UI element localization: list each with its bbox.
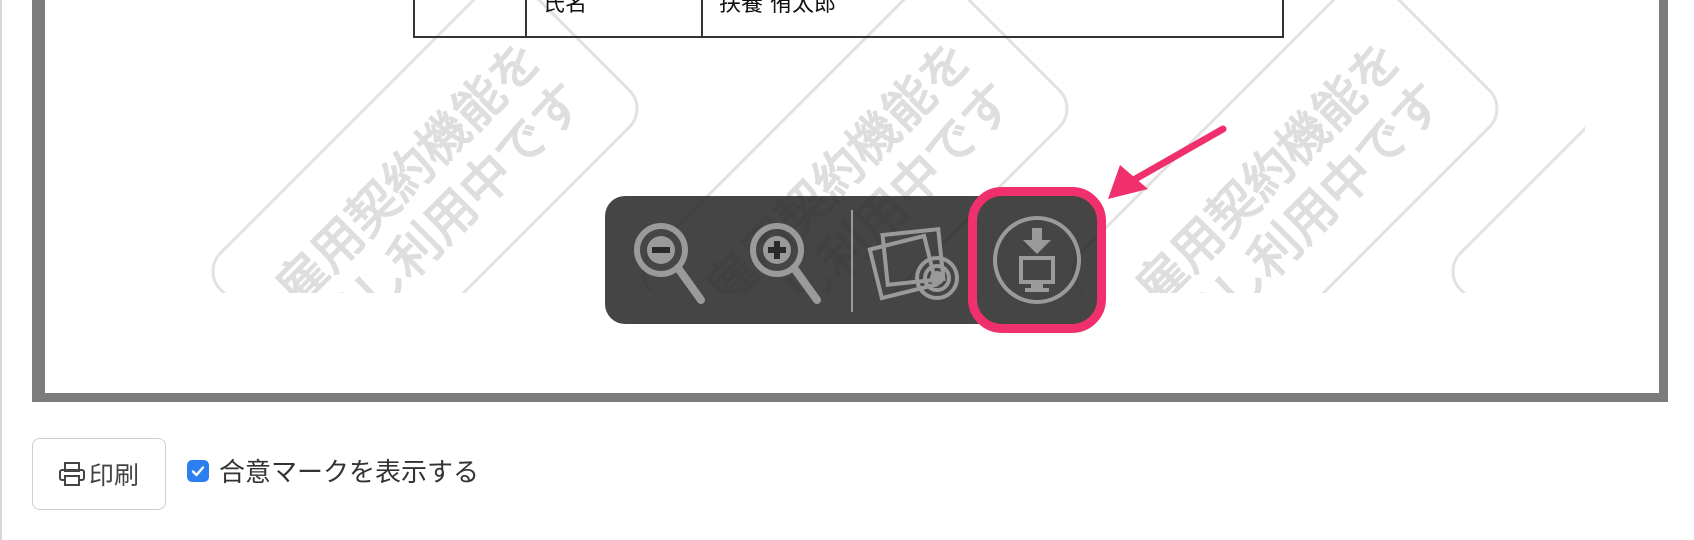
name-field-label: 氏名 (543, 0, 588, 17)
agree-mark-checkbox[interactable] (187, 459, 209, 482)
checkmark-icon (191, 465, 205, 476)
agree-mark-option: 合意マークを表示する (187, 452, 479, 489)
pointer-arrow-icon (1108, 125, 1227, 199)
agree-mark-label[interactable]: 合意マークを表示する (219, 452, 479, 489)
table-column-divider (701, 0, 703, 38)
table-column-divider (525, 0, 527, 38)
image-icon (867, 227, 959, 301)
zoom-in-button[interactable] (737, 212, 833, 308)
page-edge-rule (0, 0, 2, 540)
name-field-value: 扶養 侑太郎 (719, 0, 836, 17)
image-button[interactable] (867, 212, 963, 308)
zoom-out-icon (634, 223, 705, 304)
document-table: 氏名 扶養 侑太郎 (413, 0, 1284, 38)
printer-icon (58, 462, 85, 486)
zoom-in-icon (750, 223, 821, 304)
zoom-out-button[interactable] (621, 212, 717, 308)
download-button-highlight (968, 187, 1106, 333)
toolbar-separator (851, 210, 853, 312)
watermark-stamp-frame (1451, 0, 1585, 293)
print-button-label: 印刷 (88, 461, 139, 490)
print-button[interactable]: 印刷 (32, 438, 166, 510)
